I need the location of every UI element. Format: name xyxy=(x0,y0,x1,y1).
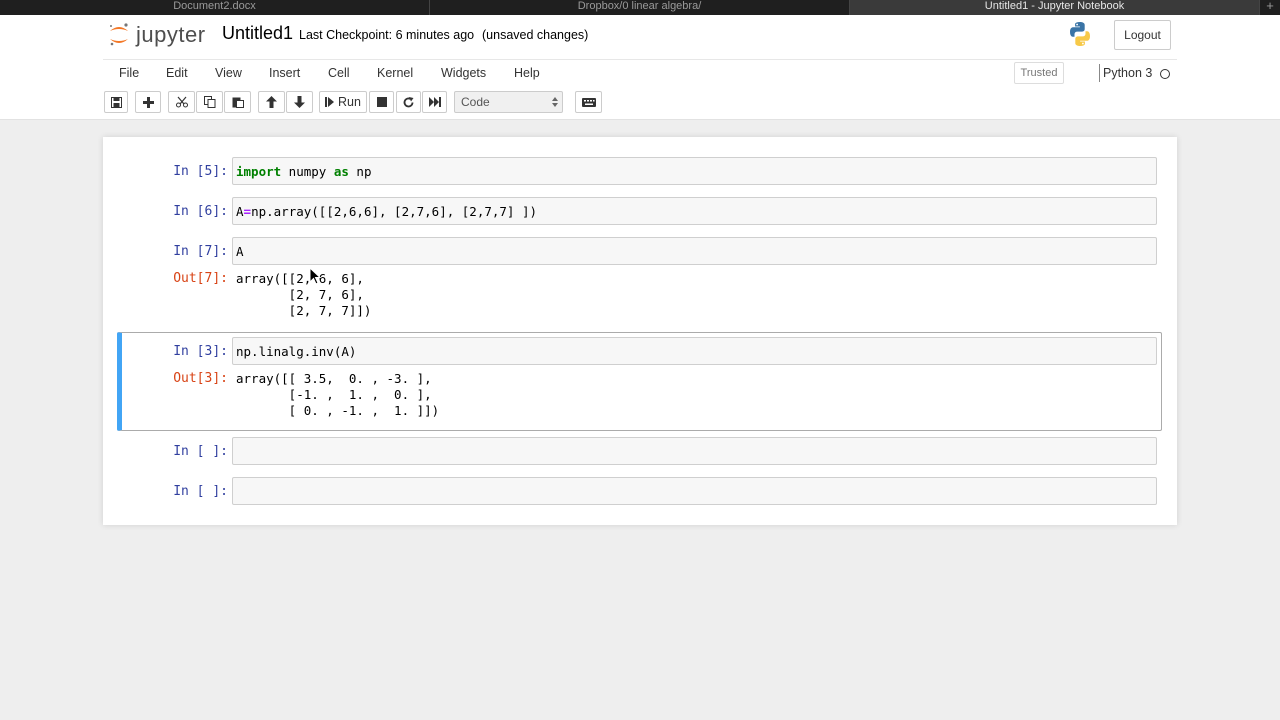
menu-edit[interactable]: Edit xyxy=(166,66,188,80)
input-prompt: In [3]: xyxy=(173,344,228,359)
menu-widgets[interactable]: Widgets xyxy=(441,66,486,80)
code-operator: = xyxy=(243,204,252,219)
code-fragment: np.array([[2,6,6], [2,7,6], [2,7,7] ]) xyxy=(251,204,538,219)
cell-type-value: Code xyxy=(461,95,490,109)
cell-type-select[interactable]: Code xyxy=(454,91,563,113)
menu-help[interactable]: Help xyxy=(514,66,540,80)
select-arrows-icon xyxy=(552,97,558,107)
code-fragment: np xyxy=(348,164,372,179)
python-logo-icon xyxy=(1067,21,1093,47)
output-prompt: Out[3]: xyxy=(173,371,228,386)
insert-cell-button[interactable] xyxy=(135,91,161,113)
cut-button[interactable] xyxy=(168,91,195,113)
keyboard-icon xyxy=(581,97,596,107)
mouse-pointer-icon xyxy=(309,267,321,285)
arrow-up-icon xyxy=(266,96,277,108)
browser-tab-dropbox[interactable]: Dropbox/0 linear algebra/ xyxy=(430,0,850,15)
paste-icon xyxy=(232,97,244,108)
code-fragment: numpy xyxy=(281,164,334,179)
browser-tab-bar: Document2.docx Dropbox/0 linear algebra/… xyxy=(0,0,1280,15)
run-button[interactable]: Run xyxy=(319,91,367,113)
kernel-name[interactable]: Python 3 xyxy=(1103,66,1152,80)
scissors-icon xyxy=(175,96,188,108)
plus-icon xyxy=(142,96,154,108)
browser-tab-notebook[interactable]: Untitled1 - Jupyter Notebook xyxy=(850,0,1260,15)
code-keyword: as xyxy=(333,164,349,179)
menu-kernel[interactable]: Kernel xyxy=(377,66,413,80)
restart-run-all-button[interactable] xyxy=(422,91,447,113)
new-tab-button[interactable]: + xyxy=(1260,0,1280,15)
code-cell-input[interactable] xyxy=(232,437,1157,465)
input-prompt: In [5]: xyxy=(173,164,228,179)
copy-button[interactable] xyxy=(196,91,223,113)
input-prompt: In [6]: xyxy=(173,204,228,219)
code-text: import numpy as np xyxy=(236,164,371,179)
logout-button[interactable]: Logout xyxy=(1114,20,1171,50)
jupyter-logo-icon xyxy=(108,22,130,48)
code-cell-input[interactable] xyxy=(232,237,1157,265)
run-button-label: Run xyxy=(338,95,361,109)
notebook-container: In [5]: import numpy as np In [6]: A=np.… xyxy=(103,137,1177,525)
code-text: A=np.array([[2,6,6], [2,7,6], [2,7,7] ]) xyxy=(236,204,537,219)
step-forward-icon xyxy=(325,97,335,107)
output-prompt: Out[7]: xyxy=(173,271,228,286)
notebook-title[interactable]: Untitled1 xyxy=(222,23,293,44)
restart-icon xyxy=(403,96,414,107)
jupyter-logo[interactable]: jupyter xyxy=(108,22,206,48)
stop-icon xyxy=(376,97,387,107)
move-up-button[interactable] xyxy=(258,91,285,113)
menu-bar: File Edit View Insert Cell Kernel Widget… xyxy=(0,61,1280,89)
jupyter-logo-text: jupyter xyxy=(136,22,206,47)
interrupt-button[interactable] xyxy=(369,91,394,113)
paste-button[interactable] xyxy=(224,91,251,113)
notebook-toolbar: Run Code xyxy=(0,91,1280,115)
input-prompt: In [ ]: xyxy=(173,484,228,499)
code-keyword: import xyxy=(236,164,282,179)
code-cell-input[interactable] xyxy=(232,337,1157,365)
move-down-button[interactable] xyxy=(286,91,313,113)
checkpoint-status: Last Checkpoint: 6 minutes ago xyxy=(299,28,475,42)
arrow-down-icon xyxy=(294,96,305,108)
restart-button[interactable] xyxy=(396,91,421,113)
menu-cell[interactable]: Cell xyxy=(328,66,350,80)
menu-file[interactable]: File xyxy=(119,66,139,80)
save-icon xyxy=(110,96,122,108)
command-palette-button[interactable] xyxy=(575,91,602,113)
kernel-separator xyxy=(1099,64,1100,82)
code-fragment: A xyxy=(236,204,244,219)
input-prompt: In [7]: xyxy=(173,244,228,259)
code-cell-input[interactable] xyxy=(232,477,1157,505)
code-text: A xyxy=(236,244,244,259)
cell-output: array([[ 3.5, 0. , -3. ], [-1. , 1. , 0.… xyxy=(236,371,440,418)
code-text: np.linalg.inv(A) xyxy=(236,344,357,359)
copy-icon xyxy=(203,96,215,108)
menu-view[interactable]: View xyxy=(215,66,242,80)
kernel-idle-icon xyxy=(1160,69,1170,79)
autosave-status: (unsaved changes) xyxy=(482,28,589,42)
input-prompt: In [ ]: xyxy=(173,444,228,459)
fast-forward-icon xyxy=(428,97,441,107)
notebook-header: jupyter Untitled1 Last Checkpoint: 6 min… xyxy=(0,15,1280,120)
trusted-indicator[interactable]: Trusted xyxy=(1014,62,1064,84)
save-button[interactable] xyxy=(104,91,128,113)
menu-divider xyxy=(103,59,1177,60)
browser-tab-document[interactable]: Document2.docx xyxy=(0,0,430,15)
cell-output: array([[2, 6, 6], [2, 7, 6], [2, 7, 7]]) xyxy=(236,271,372,318)
menu-insert[interactable]: Insert xyxy=(269,66,300,80)
